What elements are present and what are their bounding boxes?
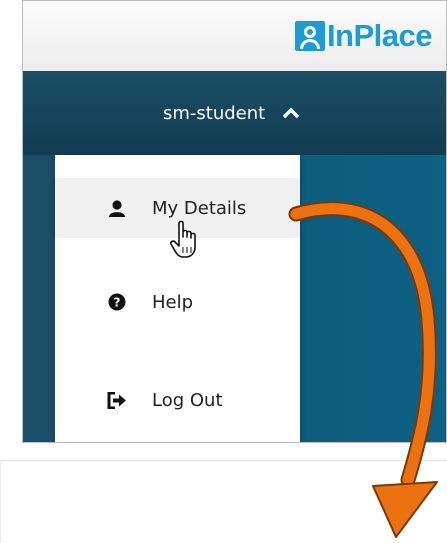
username-label: sm-student	[163, 102, 266, 124]
chevron-up-icon	[283, 103, 300, 124]
menu-item-label: My Details	[152, 197, 247, 219]
user-menu-toggle[interactable]: sm-student	[163, 99, 300, 127]
user-icon	[107, 198, 127, 218]
brand-name: InPlace	[326, 18, 433, 53]
menu-item-log-out[interactable]: Log Out	[55, 370, 300, 430]
app-window: InPlace sm-student My Details ? Help Log…	[22, 0, 447, 443]
menu-item-label: Help	[152, 291, 194, 313]
question-circle-icon: ?	[107, 292, 127, 312]
navigation-bar: sm-student	[23, 71, 446, 155]
user-dropdown-menu: My Details ? Help Log Out	[55, 155, 300, 442]
top-header: InPlace	[23, 1, 446, 71]
hand-pointer-icon	[170, 220, 204, 264]
svg-text:?: ?	[114, 296, 121, 310]
inplace-logo[interactable]: InPlace	[294, 18, 433, 53]
menu-item-help[interactable]: ? Help	[55, 272, 300, 332]
sign-out-icon	[107, 390, 127, 410]
person-frame-icon	[294, 21, 325, 51]
menu-item-label: Log Out	[152, 389, 223, 411]
lower-panel	[0, 461, 447, 543]
